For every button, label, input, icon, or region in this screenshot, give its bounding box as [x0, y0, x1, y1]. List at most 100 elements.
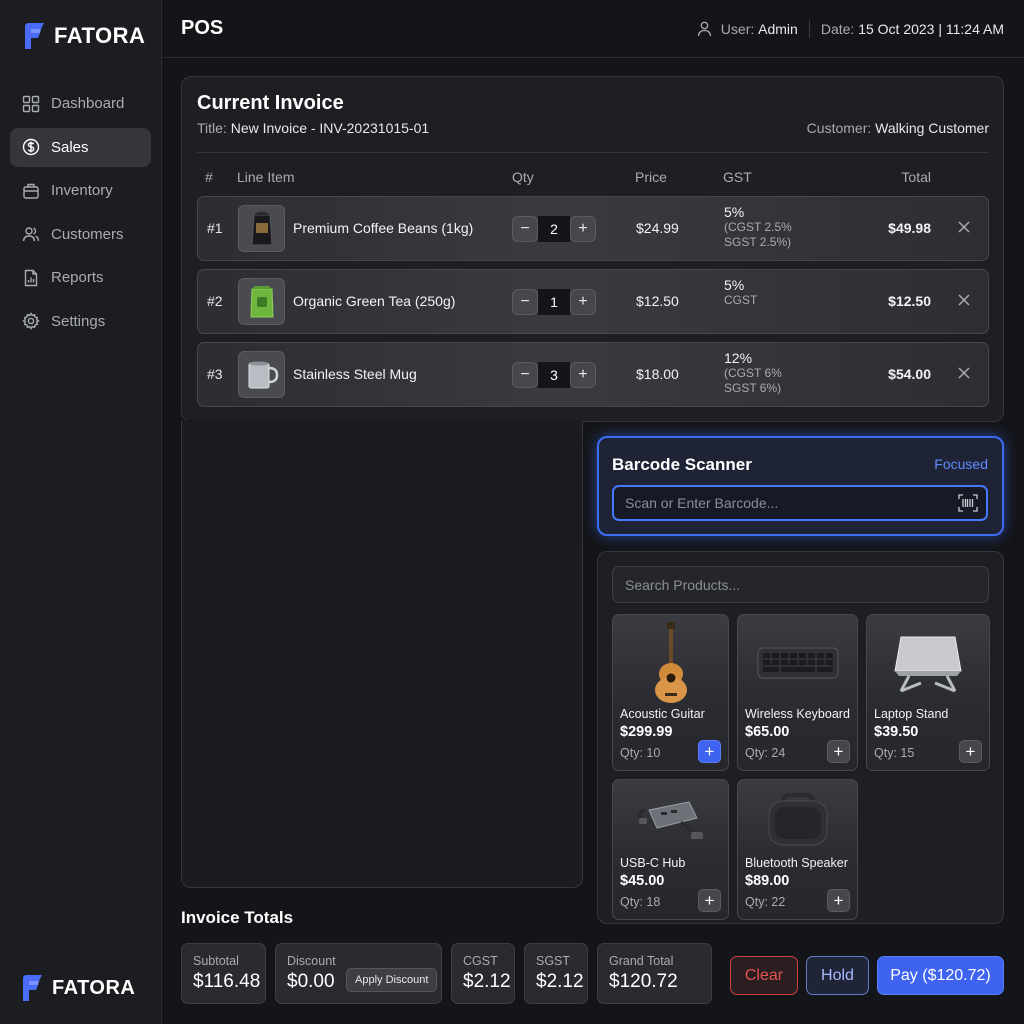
- remove-line-button[interactable]: [954, 363, 974, 383]
- line-total: $54.00: [888, 366, 931, 382]
- product-search-input[interactable]: [612, 566, 989, 603]
- product-price: $45.00: [620, 873, 665, 889]
- quantity-value[interactable]: 1: [538, 289, 570, 315]
- add-product-button[interactable]: +: [827, 889, 850, 912]
- sidebar-nav: Dashboard Sales Inventory Customers Repo…: [10, 84, 151, 345]
- subtotal-box: Subtotal $116.48: [181, 943, 266, 1004]
- add-product-button[interactable]: +: [698, 889, 721, 912]
- add-product-button[interactable]: +: [827, 740, 850, 763]
- box-icon: [23, 183, 39, 199]
- sidebar-item-sales[interactable]: Sales: [10, 127, 151, 167]
- line-item-name: Stainless Steel Mug: [293, 366, 417, 382]
- table-row: #2 Organic Green Tea (250g) − 1 + $12.50…: [197, 269, 989, 334]
- gst-rate: 5%: [724, 277, 745, 293]
- line-item-name: Premium Coffee Beans (1kg): [293, 220, 474, 236]
- tea-pack-icon: [238, 278, 285, 325]
- barcode-input[interactable]: [612, 485, 988, 521]
- barcode-scan-icon[interactable]: [958, 494, 978, 512]
- line-total: $12.50: [888, 293, 931, 309]
- brand-logo-footer: FATORA: [20, 974, 135, 1002]
- brand-name: FATORA: [54, 23, 146, 48]
- table-row: #1 Premium Coffee Beans (1kg) − 2 + $24.…: [197, 196, 989, 261]
- cgst-label: CGST: [463, 954, 498, 968]
- column-header-num: #: [205, 169, 213, 185]
- product-name: USB-C Hub: [620, 856, 686, 870]
- close-icon: [958, 294, 970, 306]
- gst-detail: SGST 2.5%): [724, 235, 792, 249]
- top-header: POS User: Admin Date: 15 Oct 2023 | 11:2…: [162, 0, 1024, 58]
- line-gst: 5% (CGST 2.5% SGST 2.5%): [724, 205, 792, 250]
- barcode-title: Barcode Scanner: [612, 455, 752, 474]
- product-card[interactable]: Wireless Keyboard $65.00 Qty: 24 +: [737, 614, 858, 771]
- sidebar-item-settings[interactable]: Settings: [10, 302, 151, 341]
- add-product-button[interactable]: +: [959, 740, 982, 763]
- sidebar-item-inventory[interactable]: Inventory: [10, 171, 151, 210]
- sidebar-item-dashboard[interactable]: Dashboard: [10, 84, 151, 123]
- remove-line-button[interactable]: [954, 217, 974, 237]
- users-icon: [22, 227, 40, 242]
- line-price: $12.50: [636, 293, 679, 309]
- product-price: $299.99: [620, 724, 673, 740]
- hold-button[interactable]: Hold: [806, 956, 869, 995]
- product-stock: Qty: 18: [620, 895, 661, 909]
- increment-button[interactable]: +: [570, 289, 596, 315]
- pay-button[interactable]: Pay ($120.72): [877, 956, 1004, 995]
- usb-hub-icon: [613, 786, 728, 856]
- discount-box: Discount $0.00 Apply Discount: [275, 943, 442, 1004]
- increment-button[interactable]: +: [570, 216, 596, 242]
- remove-line-button[interactable]: [954, 290, 974, 310]
- line-item-name: Organic Green Tea (250g): [293, 293, 456, 309]
- decrement-button[interactable]: −: [512, 362, 538, 388]
- sgst-value: $2.12: [536, 971, 584, 992]
- increment-button[interactable]: +: [570, 362, 596, 388]
- fatora-logo-icon: [25, 23, 44, 49]
- customer-value: Walking Customer: [875, 120, 989, 136]
- sgst-label: SGST: [536, 954, 571, 968]
- date-value: 15 Oct 2023 | 11:24 AM: [858, 20, 1004, 37]
- coffee-bag-icon: [238, 205, 285, 252]
- product-price: $89.00: [745, 873, 790, 889]
- sidebar-item-customers[interactable]: Customers: [10, 215, 151, 254]
- column-header-price: Price: [635, 169, 667, 185]
- product-card[interactable]: Laptop Stand $39.50 Qty: 15 +: [866, 614, 990, 771]
- clear-button[interactable]: Clear: [730, 956, 798, 995]
- barcode-scanner-panel: Barcode Scanner Focused: [597, 436, 1004, 536]
- row-number: #2: [207, 293, 223, 309]
- invoice-title-value: New Invoice - INV-20231015-01: [230, 120, 430, 136]
- product-stock: Qty: 22: [745, 895, 786, 909]
- quantity-value[interactable]: 2: [538, 216, 570, 242]
- row-number: #1: [207, 220, 223, 236]
- invoice-customer[interactable]: Customer: Walking Customer: [807, 120, 989, 136]
- gst-detail: CGST: [724, 293, 758, 307]
- dollar-icon: [22, 138, 40, 156]
- product-card[interactable]: USB-C Hub $45.00 Qty: 18 +: [612, 779, 729, 920]
- sidebar-item-reports[interactable]: Reports: [10, 258, 151, 297]
- product-stock: Qty: 15: [874, 746, 915, 760]
- guitar-icon: [613, 621, 728, 705]
- invoice-title-label: Title:: [197, 120, 227, 136]
- quantity-value[interactable]: 3: [538, 362, 570, 388]
- focus-status: Focused: [934, 456, 988, 472]
- decrement-button[interactable]: −: [512, 289, 538, 315]
- product-name: Bluetooth Speaker: [745, 856, 848, 870]
- invoice-title: Title: New Invoice - INV-20231015-01: [197, 120, 429, 136]
- invoice-totals-heading: Invoice Totals: [181, 908, 294, 927]
- product-stock: Qty: 10: [620, 746, 661, 760]
- customer-label: Customer:: [806, 120, 872, 136]
- brand-name: FATORA: [52, 976, 136, 999]
- brand-logo[interactable]: FATORA: [22, 22, 145, 50]
- add-product-button[interactable]: +: [698, 740, 721, 763]
- close-icon: [958, 221, 970, 233]
- product-card[interactable]: Bluetooth Speaker $89.00 Qty: 22 +: [737, 779, 858, 920]
- product-card[interactable]: Acoustic Guitar $299.99 Qty: 10 +: [612, 614, 729, 771]
- quantity-stepper: − 2 +: [512, 216, 596, 242]
- gst-detail: (CGST 2.5%: [724, 220, 792, 234]
- decrement-button[interactable]: −: [512, 216, 538, 242]
- report-icon: [24, 269, 38, 286]
- column-header-qty: Qty: [512, 169, 534, 185]
- subtotal-label: Subtotal: [193, 954, 239, 968]
- subtotal-value: $116.48: [193, 971, 261, 992]
- apply-discount-button[interactable]: Apply Discount: [346, 968, 438, 992]
- user-value[interactable]: Admin: [758, 21, 798, 37]
- product-name: Laptop Stand: [874, 707, 949, 721]
